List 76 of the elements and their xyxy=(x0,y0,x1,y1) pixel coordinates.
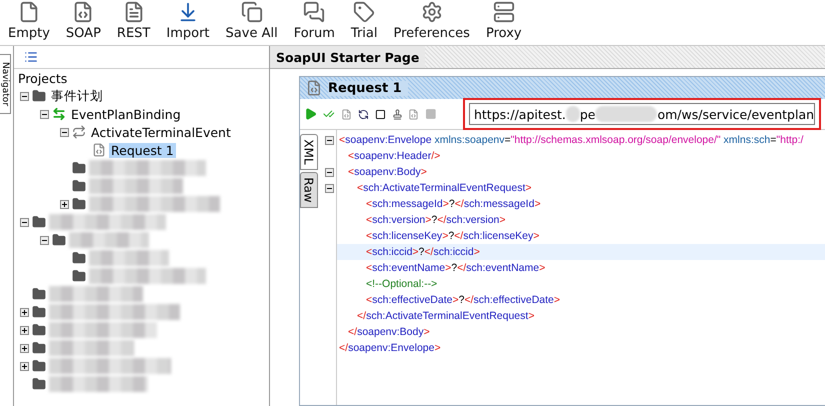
url-field[interactable]: https://apitest. pe om/ws/service/eventplan xyxy=(468,103,816,125)
server-icon xyxy=(492,1,515,23)
folder-icon xyxy=(72,179,86,193)
blurred-region xyxy=(595,106,658,122)
folder-icon xyxy=(32,89,46,103)
editor-tab[interactable]: Raw xyxy=(300,172,318,208)
code-line: <soapenv:Body> xyxy=(347,165,428,180)
folder-icon xyxy=(52,233,66,247)
expand-icon[interactable] xyxy=(20,344,29,352)
file-code-icon[interactable] xyxy=(340,106,352,122)
folder-icon xyxy=(72,161,86,175)
code-line: <soapenv:Envelope xmlns:soapenv="http://schemas.xmlsoap.org/soap/envelope/" xmlns:sch="http:/ xyxy=(338,133,804,148)
collapse-icon[interactable] xyxy=(324,168,334,176)
folder-icon xyxy=(72,197,86,211)
collapse-icon[interactable] xyxy=(40,110,49,118)
folder-icon xyxy=(72,251,86,265)
tree-item[interactable]: Request 1 xyxy=(109,142,176,158)
tree-item[interactable]: EventPlanBinding xyxy=(69,106,183,122)
tab-title[interactable]: SoapUI Starter Page xyxy=(270,46,426,68)
expand-icon[interactable] xyxy=(20,362,29,370)
collapse-icon[interactable] xyxy=(20,218,29,226)
blurred-region xyxy=(566,106,580,122)
toolbar-button[interactable]: Trial xyxy=(342,1,386,45)
request-icon xyxy=(306,80,322,96)
toolbar-button[interactable]: Import xyxy=(158,1,218,45)
folder-icon xyxy=(32,323,46,337)
code-line: <soapenv:Header/> xyxy=(347,149,442,164)
code-line: <sch:messageId>?</sch:messageId> xyxy=(365,197,542,212)
chat-icon xyxy=(303,1,326,23)
tag-icon xyxy=(353,1,376,23)
toolbar-button[interactable]: Save All xyxy=(218,1,286,45)
expand-icon[interactable] xyxy=(60,200,69,208)
code-line: <sch:eventName>?</sch:eventName> xyxy=(365,261,546,276)
file-code-icon[interactable] xyxy=(408,106,420,122)
folder-icon xyxy=(32,305,46,319)
expand-icon[interactable] xyxy=(20,326,29,334)
tree-item[interactable]: 事件计划 xyxy=(49,88,105,104)
toolbar-button[interactable]: SOAP xyxy=(58,1,109,45)
collapse-icon[interactable] xyxy=(60,128,69,136)
cycle-icon xyxy=(72,125,86,139)
toolbar-button[interactable]: Preferences xyxy=(386,1,478,45)
code-line: </sch:ActivateTerminalEventRequest> xyxy=(356,309,536,324)
toolbar-button[interactable]: REST xyxy=(108,1,158,45)
collapse-icon[interactable] xyxy=(324,136,334,144)
folder-icon xyxy=(72,269,86,283)
collapse-icon[interactable] xyxy=(324,184,334,192)
collapse-icon[interactable] xyxy=(20,92,29,100)
file-code-icon xyxy=(72,1,94,23)
code-line: <sch:licenseKey>?</sch:licenseKey> xyxy=(365,229,540,244)
request-icon xyxy=(92,143,106,157)
stamp-icon[interactable] xyxy=(392,106,402,122)
tree-root[interactable]: Projects xyxy=(16,70,70,86)
settings-icon xyxy=(420,1,443,23)
arrows-icon xyxy=(52,107,66,121)
code-line: <sch:ActivateTerminalEventRequest> xyxy=(356,181,533,196)
collapse-icon[interactable] xyxy=(40,236,49,244)
folder-icon xyxy=(32,287,46,301)
toolbar-button[interactable]: Forum xyxy=(286,1,343,45)
tree-item[interactable]: ActivateTerminalEvent xyxy=(89,124,233,140)
code-line: <!--Optional:--> xyxy=(365,277,438,292)
folder-icon xyxy=(32,359,46,373)
editor-tab[interactable]: XML xyxy=(300,134,318,170)
list-icon[interactable] xyxy=(24,50,38,64)
code-line: </soapenv:Envelope> xyxy=(338,341,442,356)
code-line: </soapenv:Body> xyxy=(347,325,431,340)
code-line: <sch:effectiveDate>?</sch:effectiveDate> xyxy=(365,293,562,308)
copy-icon xyxy=(240,1,263,23)
toolbar-button[interactable]: Proxy xyxy=(478,1,530,45)
expand-icon[interactable] xyxy=(20,308,29,316)
window-title: Request 1 xyxy=(328,80,408,96)
code-line: <sch:version>?</sch:version> xyxy=(365,213,507,228)
folder-icon xyxy=(32,215,46,229)
toolbar-button[interactable]: Empty xyxy=(0,1,58,45)
navigator-tab[interactable]: Navigator xyxy=(0,54,11,114)
folder-icon xyxy=(32,377,46,391)
folder-icon xyxy=(32,341,46,355)
